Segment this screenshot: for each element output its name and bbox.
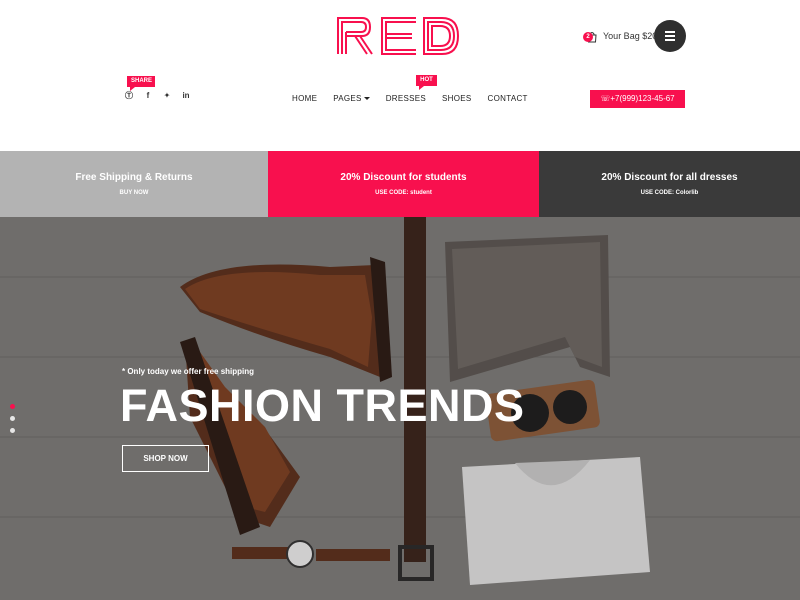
- main-nav: HOME PAGES DRESSES SHOES CONTACT: [292, 94, 528, 103]
- menu-icon: [665, 31, 675, 33]
- nav-dresses[interactable]: DRESSES: [386, 94, 426, 103]
- slide-dot-3[interactable]: [10, 428, 15, 433]
- promo-free-shipping[interactable]: Free Shipping & Returns BUY NOW: [0, 151, 268, 217]
- share-tag: SHARE: [127, 76, 155, 91]
- phone-icon: ☏: [600, 94, 611, 103]
- social-links: Ⓣ f ✦ in: [124, 90, 191, 102]
- bag-icon: 2: [583, 30, 598, 43]
- phone-button[interactable]: ☏+7(999)123-45-67: [590, 90, 685, 108]
- bag-count-badge: 2: [583, 32, 593, 42]
- hamburger-menu-button[interactable]: [654, 20, 686, 52]
- caret-down-icon: [363, 97, 370, 101]
- pinterest-icon[interactable]: Ⓣ: [124, 90, 134, 102]
- hot-tag: HOT: [416, 75, 437, 90]
- shop-now-button[interactable]: SHOP NOW: [122, 445, 209, 472]
- linkedin-icon[interactable]: in: [181, 90, 191, 102]
- slide-dot-2[interactable]: [10, 416, 15, 421]
- facebook-icon[interactable]: f: [143, 90, 153, 102]
- slide-dot-1[interactable]: [10, 404, 15, 409]
- bag-label: Your Bag $20: [603, 31, 658, 41]
- brand-logo[interactable]: [336, 16, 460, 56]
- twitter-icon[interactable]: ✦: [162, 90, 172, 102]
- nav-shoes[interactable]: SHOES: [442, 94, 472, 103]
- site-header: 2 Your Bag $20 SHARE Ⓣ f ✦ in HOT HOME P…: [0, 0, 800, 151]
- nav-contact[interactable]: CONTACT: [488, 94, 528, 103]
- promo-bar: Free Shipping & Returns BUY NOW 20% Disc…: [0, 151, 800, 217]
- promo-student-discount[interactable]: 20% Discount for students USE CODE: stud…: [268, 151, 539, 217]
- shopping-bag[interactable]: 2 Your Bag $20: [583, 30, 658, 43]
- nav-pages[interactable]: PAGES: [333, 94, 370, 103]
- slider-dots: [10, 404, 15, 433]
- promo-dress-discount[interactable]: 20% Discount for all dresses USE CODE: C…: [539, 151, 800, 217]
- nav-home[interactable]: HOME: [292, 94, 317, 103]
- hero-kicker: * Only today we offer free shipping: [122, 367, 255, 376]
- hero-slider: * Only today we offer free shipping FASH…: [0, 217, 800, 600]
- hero-title: FASHION TRENDS: [120, 380, 525, 431]
